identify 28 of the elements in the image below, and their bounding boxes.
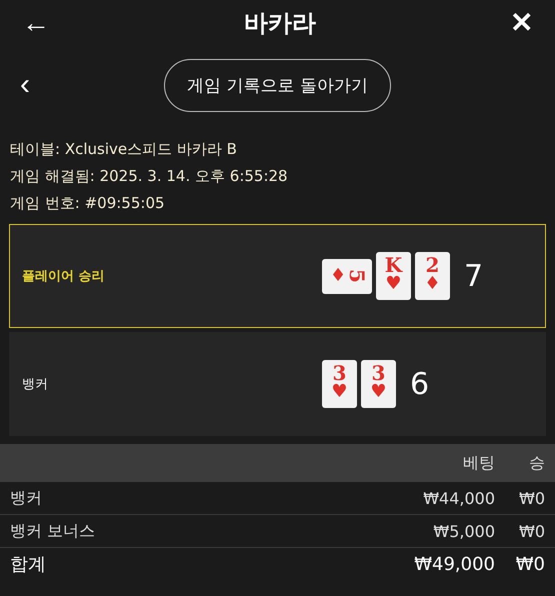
table-cell-text: ₩44,000 — [422, 488, 495, 508]
page-title: 바카라 — [244, 8, 316, 38]
info-text: 테이블: Xclusive스피드 바카라 B — [10, 139, 238, 160]
playing-card: 2 ♦ — [415, 252, 450, 300]
info-text: 게임 번호: #09:55:05 — [10, 193, 166, 214]
table-cell-text: ₩0 — [514, 554, 545, 574]
info-text: 게임 해결됨: 2025. 3. 14. 오후 6:55:28 — [10, 166, 289, 187]
table-cell-text: ₩49,000 — [413, 554, 495, 574]
history-button[interactable]: 게임 기록으로 돌아가기 — [164, 58, 391, 112]
playing-card: 3 ♥ — [322, 360, 357, 408]
playing-card: 3 ♥ — [361, 360, 396, 408]
close-button[interactable]: ✕ — [502, 6, 541, 39]
back-chevron-button[interactable]: ‹ — [14, 68, 36, 102]
hand-label: 플레이어 승리 — [22, 268, 106, 285]
table-cell-text: 합계 — [10, 553, 47, 576]
hand-label: 뱅커 — [22, 376, 49, 393]
playing-card: 5 ♦ — [322, 258, 372, 294]
table-cell-text: ₩5,000 — [432, 522, 495, 540]
hand-score: 6 — [410, 366, 430, 402]
table-cell-text: ₩0 — [518, 488, 545, 508]
back-button[interactable]: ← — [14, 6, 58, 38]
table-cell-text: ₩0 — [518, 522, 545, 540]
table-cell-text: 뱅커 보너스 — [10, 520, 96, 542]
column-header: 베팅 — [462, 452, 495, 474]
column-header: 승 — [528, 452, 545, 474]
playing-card: K ♥ — [376, 252, 411, 300]
table-cell-text: 뱅커 — [10, 488, 43, 508]
hand-score: 7 — [464, 258, 484, 294]
